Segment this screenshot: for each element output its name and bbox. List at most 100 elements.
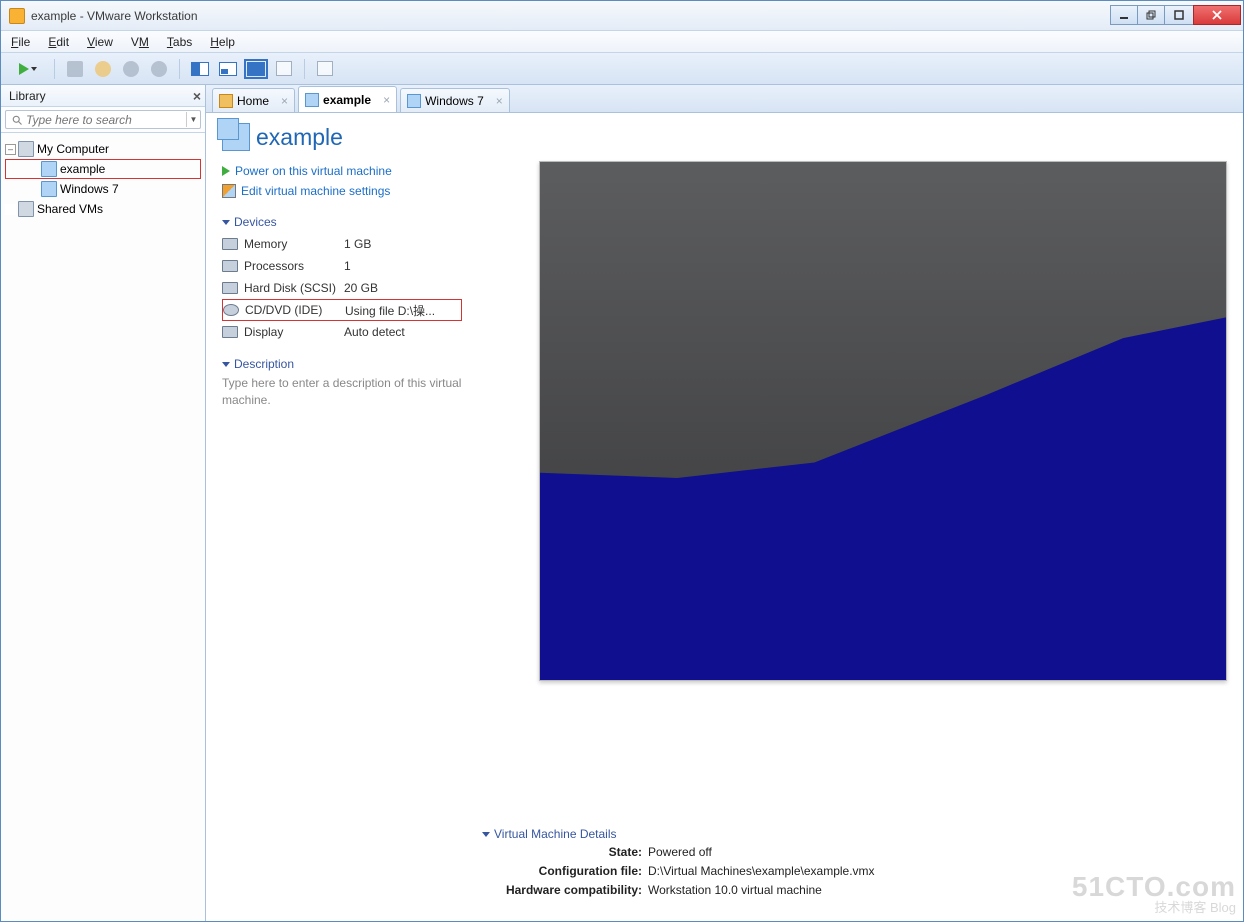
tab-close-button[interactable]: × bbox=[281, 94, 288, 108]
revert-toolbar-button[interactable] bbox=[118, 57, 144, 81]
vm-icon bbox=[407, 94, 421, 108]
computer-icon bbox=[18, 141, 34, 157]
device-row-cddvd[interactable]: CD/DVD (IDE)Using file D:\操... bbox=[222, 299, 462, 321]
detail-value-compat: Workstation 10.0 virtual machine bbox=[648, 883, 822, 902]
device-row-harddisk[interactable]: Hard Disk (SCSI)20 GB bbox=[222, 277, 462, 299]
cpu-icon bbox=[222, 260, 238, 272]
watermark: 51CTO.com 技术博客 Blog bbox=[1072, 873, 1236, 914]
menu-help[interactable]: Help bbox=[210, 35, 235, 49]
detail-key-state: State: bbox=[482, 845, 642, 864]
tree-my-computer[interactable]: – My Computer bbox=[5, 139, 201, 159]
tree-label: example bbox=[60, 162, 105, 176]
page-title: example bbox=[222, 123, 1227, 151]
edit-settings-link[interactable]: Edit virtual machine settings bbox=[222, 181, 462, 201]
library-searchbox[interactable]: ▼ bbox=[5, 110, 201, 129]
vm-icon bbox=[41, 161, 57, 177]
device-row-processors[interactable]: Processors1 bbox=[222, 255, 462, 277]
tree-label: My Computer bbox=[37, 142, 109, 156]
vm-screenshot-thumbnail[interactable] bbox=[539, 161, 1227, 681]
tree-vm-example[interactable]: example bbox=[5, 159, 201, 179]
chevron-down-icon bbox=[482, 832, 490, 837]
show-console-view-button[interactable] bbox=[187, 57, 213, 81]
vm-details-header[interactable]: Virtual Machine Details bbox=[482, 827, 1227, 841]
snapshot-toolbar-button[interactable] bbox=[90, 57, 116, 81]
window-restore-button[interactable] bbox=[1137, 5, 1165, 25]
library-title: Library bbox=[9, 89, 193, 103]
window-minimize-button[interactable] bbox=[1110, 5, 1138, 25]
memory-icon bbox=[222, 238, 238, 250]
detail-key-config: Configuration file: bbox=[482, 864, 642, 883]
power-on-link[interactable]: Power on this virtual machine bbox=[222, 161, 462, 181]
search-dropdown-button[interactable]: ▼ bbox=[186, 112, 200, 127]
separator bbox=[304, 59, 305, 79]
chevron-down-icon bbox=[31, 67, 37, 71]
link-label: Power on this virtual machine bbox=[235, 164, 392, 178]
tab-close-button[interactable]: × bbox=[383, 93, 390, 107]
search-input[interactable] bbox=[26, 113, 186, 127]
menu-file[interactable]: File bbox=[11, 35, 30, 49]
tab-label: Windows 7 bbox=[425, 94, 484, 108]
disk-icon bbox=[222, 282, 238, 294]
tree-shared-vms[interactable]: Shared VMs bbox=[5, 199, 201, 219]
tab-label: Home bbox=[237, 94, 269, 108]
chevron-down-icon bbox=[222, 362, 230, 367]
window-close-button[interactable] bbox=[1193, 5, 1241, 25]
menubar: File Edit View VM Tabs Help bbox=[1, 31, 1243, 53]
tree-vm-windows7[interactable]: Windows 7 bbox=[5, 179, 201, 199]
tab-windows7[interactable]: Windows 7 × bbox=[400, 88, 510, 112]
separator bbox=[54, 59, 55, 79]
menu-vm[interactable]: VM bbox=[131, 35, 149, 49]
tree-label: Windows 7 bbox=[60, 182, 119, 196]
app-icon bbox=[9, 8, 25, 24]
expander-icon[interactable]: – bbox=[5, 144, 16, 155]
show-thumbnail-view-button[interactable] bbox=[215, 57, 241, 81]
toolbar bbox=[1, 53, 1243, 85]
vm-large-icon bbox=[222, 123, 250, 151]
window-maximize-button[interactable] bbox=[1164, 5, 1194, 25]
library-tree: – My Computer example Windows 7 Shared V… bbox=[1, 133, 205, 921]
tab-home[interactable]: Home × bbox=[212, 88, 295, 112]
tab-close-button[interactable]: × bbox=[496, 94, 503, 108]
separator bbox=[179, 59, 180, 79]
play-icon bbox=[222, 166, 230, 176]
fullscreen-toolbar-button[interactable] bbox=[243, 57, 269, 81]
tab-label: example bbox=[323, 93, 371, 107]
menu-edit[interactable]: Edit bbox=[48, 35, 69, 49]
cd-icon bbox=[223, 304, 239, 316]
search-icon bbox=[11, 114, 23, 126]
close-library-button[interactable]: × bbox=[193, 89, 201, 103]
menu-view[interactable]: View bbox=[87, 35, 113, 49]
manage-snapshots-toolbar-button[interactable] bbox=[146, 57, 172, 81]
edit-icon bbox=[222, 184, 236, 198]
vm-icon bbox=[305, 93, 319, 107]
description-header[interactable]: Description bbox=[222, 357, 462, 371]
unity-toolbar-button[interactable] bbox=[271, 57, 297, 81]
chevron-down-icon bbox=[222, 220, 230, 225]
home-icon bbox=[219, 94, 233, 108]
page-title-text: example bbox=[256, 124, 343, 151]
link-label: Edit virtual machine settings bbox=[241, 184, 390, 198]
shared-icon bbox=[18, 201, 34, 217]
play-icon bbox=[19, 63, 29, 75]
section-label: Virtual Machine Details bbox=[494, 827, 617, 841]
devices-header[interactable]: Devices bbox=[222, 215, 462, 229]
vm-icon bbox=[41, 181, 57, 197]
section-label: Devices bbox=[234, 215, 277, 229]
video-capture-toolbar-button[interactable] bbox=[312, 57, 338, 81]
device-row-memory[interactable]: Memory1 GB bbox=[222, 233, 462, 255]
power-on-toolbar-button[interactable] bbox=[9, 57, 47, 81]
library-header: Library × bbox=[1, 85, 205, 107]
tree-label: Shared VMs bbox=[37, 202, 103, 216]
display-icon bbox=[222, 326, 238, 338]
section-label: Description bbox=[234, 357, 294, 371]
device-row-display[interactable]: DisplayAuto detect bbox=[222, 321, 462, 343]
tab-example[interactable]: example × bbox=[298, 86, 397, 112]
detail-value-state: Powered off bbox=[648, 845, 712, 864]
suspend-toolbar-button[interactable] bbox=[62, 57, 88, 81]
tab-bar: Home × example × Windows 7 × bbox=[206, 85, 1243, 113]
library-panel: Library × ▼ – My Computer example bbox=[1, 85, 206, 921]
description-placeholder[interactable]: Type here to enter a description of this… bbox=[222, 375, 462, 409]
menu-tabs[interactable]: Tabs bbox=[167, 35, 192, 49]
titlebar: example - VMware Workstation bbox=[1, 1, 1243, 31]
detail-value-config: D:\Virtual Machines\example\example.vmx bbox=[648, 864, 875, 883]
